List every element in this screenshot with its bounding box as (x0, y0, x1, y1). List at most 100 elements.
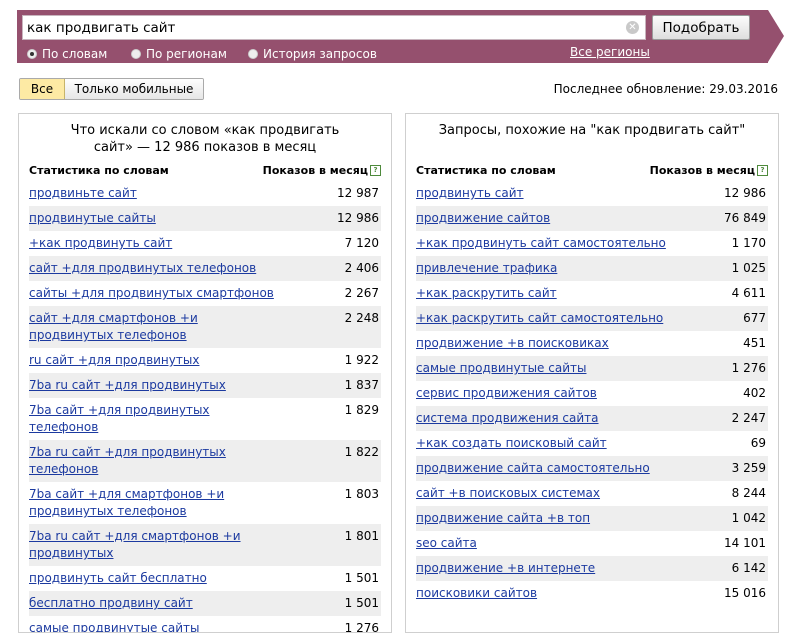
impressions-count: 2 406 (344, 261, 379, 275)
phrase-link[interactable]: 7ba ru сайт +для смартфонов +и продвинут… (29, 528, 279, 562)
right-panel: Запросы, похожие на "как продвигать сайт… (405, 113, 779, 633)
table-row: привлечение трафика 1 025 (416, 256, 768, 281)
col-count-header: Показов в месяц ? (263, 164, 381, 177)
col-phrase-header: Статистика по словам (29, 164, 169, 177)
col-count-header: Показов в месяц ? (650, 164, 768, 177)
table-row: 7ba сайт +для смартфонов +и продвинутых … (29, 482, 381, 524)
radio-by-words[interactable]: По словам (27, 46, 107, 61)
search-input[interactable] (27, 18, 617, 37)
radio-label: История запросов (263, 46, 377, 61)
phrase-link[interactable]: продвижение +в интернете (416, 560, 666, 577)
impressions-count: 402 (743, 386, 766, 400)
phrase-link[interactable]: продвинутые сайты (29, 210, 279, 227)
help-icon[interactable]: ? (757, 165, 768, 176)
impressions-count: 14 101 (724, 536, 766, 550)
table-row: поисковики сайтов 15 016 (416, 581, 768, 606)
impressions-count: 1 501 (344, 596, 379, 610)
radio-label: По регионам (146, 46, 227, 61)
phrase-link[interactable]: продвиньте сайт (29, 185, 279, 202)
left-title-line2: сайт» — 12 986 показов в месяц (93, 140, 317, 155)
impressions-count: 1 837 (344, 378, 379, 392)
phrase-link[interactable]: 7ba сайт +для смартфонов +и продвинутых … (29, 486, 279, 520)
table-row: +как раскрутить сайт 4 611 (416, 281, 768, 306)
phrase-link[interactable]: поисковики сайтов (416, 585, 666, 602)
table-row: сайт +для продвинутых телефонов 2 406 (29, 256, 381, 281)
table-row: сайт +в поисковых системах 8 244 (416, 481, 768, 506)
table-row: продвинутые сайты 12 986 (29, 206, 381, 231)
phrase-link[interactable]: продвинуть сайт (416, 185, 666, 202)
table-row: +как раскрутить сайт самостоятельно 677 (416, 306, 768, 331)
phrase-link[interactable]: продвижение сайта +в топ (416, 510, 666, 527)
phrase-link[interactable]: 7ba ru сайт +для продвинутых телефонов (29, 444, 279, 478)
phrase-link[interactable]: продвижение сайта самостоятельно (416, 460, 666, 477)
table-row: сайты +для продвинутых смартфонов 2 267 (29, 281, 381, 306)
radio-by-regions[interactable]: По регионам (131, 46, 227, 61)
radio-label: По словам (42, 46, 108, 61)
phrase-link[interactable]: сайты +для продвинутых смартфонов (29, 285, 279, 302)
table-row: продвижение +в интернете 6 142 (416, 556, 768, 581)
pick-button[interactable]: Подобрать (652, 15, 750, 40)
phrase-link[interactable]: 7ba сайт +для продвинутых телефонов (29, 402, 279, 436)
phrase-link[interactable]: сервис продвижения сайтов (416, 385, 666, 402)
filter-mobile-button[interactable]: Только мобильные (65, 79, 203, 99)
impressions-count: 6 142 (731, 561, 766, 575)
impressions-count: 69 (750, 436, 766, 450)
phrase-link[interactable]: привлечение трафика (416, 260, 666, 277)
phrase-link[interactable]: +как создать поисковый сайт (416, 435, 666, 452)
phrase-link[interactable]: продвинуть сайт бесплатно (29, 570, 279, 587)
phrase-link[interactable]: сайт +в поисковых системах (416, 485, 666, 502)
all-regions-link[interactable]: Все регионы (570, 45, 650, 59)
phrase-link[interactable]: сайт +для смартфонов +и продвинутых теле… (29, 310, 279, 344)
table-row: продвиньте сайт 12 987 (29, 181, 381, 206)
phrase-link[interactable]: продвижение +в поисковиках (416, 335, 666, 352)
table-row: 7ba ru сайт +для смартфонов +и продвинут… (29, 524, 381, 566)
phrase-link[interactable]: система продвижения сайта (416, 410, 666, 427)
impressions-count: 7 120 (344, 236, 379, 250)
table-row: +как продвинуть сайт самостоятельно 1 170 (416, 231, 768, 256)
impressions-count: 677 (743, 311, 766, 325)
clear-icon[interactable]: ✕ (626, 21, 639, 34)
impressions-count: 2 248 (344, 311, 379, 325)
radio-history[interactable]: История запросов (248, 46, 377, 61)
phrase-link[interactable]: 7ba ru сайт +для продвинутых (29, 377, 279, 394)
impressions-count: 3 259 (731, 461, 766, 475)
phrase-link[interactable]: сайт +для продвинутых телефонов (29, 260, 279, 277)
phrase-link[interactable]: +как продвинуть сайт самостоятельно (416, 235, 666, 252)
table-row: продвижение сайта +в топ 1 042 (416, 506, 768, 531)
last-update-text: Последнее обновление: 29.03.2016 (553, 82, 778, 96)
table-row: система продвижения сайта 2 247 (416, 406, 768, 431)
impressions-count: 12 986 (337, 211, 379, 225)
phrase-link[interactable]: +как раскрутить сайт самостоятельно (416, 310, 666, 327)
table-row: 7ba ru сайт +для продвинутых телефонов 1 … (29, 440, 381, 482)
impressions-count: 1 042 (731, 511, 766, 525)
phrase-link[interactable]: самые продвинутые сайты (416, 360, 666, 377)
radio-dot-icon[interactable] (131, 48, 141, 59)
phrase-link[interactable]: +как раскрутить сайт (416, 285, 666, 302)
phrase-link[interactable]: бесплатно продвину сайт (29, 595, 279, 612)
left-panel-title: Что искали со словом «как продвигать сай… (19, 122, 391, 156)
col-phrase-header: Статистика по словам (416, 164, 556, 177)
phrase-link[interactable]: продвижение сайтов (416, 210, 666, 227)
impressions-count: 1 822 (344, 445, 379, 459)
search-field[interactable]: ✕ (22, 15, 646, 40)
table-row: +как продвинуть сайт 7 120 (29, 231, 381, 256)
impressions-count: 2 267 (344, 286, 379, 300)
phrase-link[interactable]: seo сайта (416, 535, 666, 552)
phrase-link[interactable]: самые продвинутые сайты (29, 620, 279, 632)
table-row: сервис продвижения сайтов 402 (416, 381, 768, 406)
col-count-label: Показов в месяц (262, 164, 368, 177)
radio-dot-icon[interactable] (27, 48, 37, 59)
table-row: продвижение сайтов 76 849 (416, 206, 768, 231)
impressions-count: 1 829 (344, 403, 379, 417)
impressions-count: 2 247 (731, 411, 766, 425)
left-table-body: продвиньте сайт 12 987 продвинутые сайты 12… (29, 181, 381, 632)
table-row: 7ba сайт +для продвинутых телефонов 1 829 (29, 398, 381, 440)
radio-dot-icon[interactable] (248, 48, 258, 59)
filter-all-button[interactable]: Все (20, 79, 65, 99)
phrase-link[interactable]: +как продвинуть сайт (29, 235, 279, 252)
phrase-link[interactable]: ru сайт +для продвинутых (29, 352, 279, 369)
right-table-header: Статистика по словам Показов в месяц ? (416, 164, 768, 180)
table-row: продвижение сайта самостоятельно 3 259 (416, 456, 768, 481)
table-row: сайт +для смартфонов +и продвинутых теле… (29, 306, 381, 348)
help-icon[interactable]: ? (370, 165, 381, 176)
